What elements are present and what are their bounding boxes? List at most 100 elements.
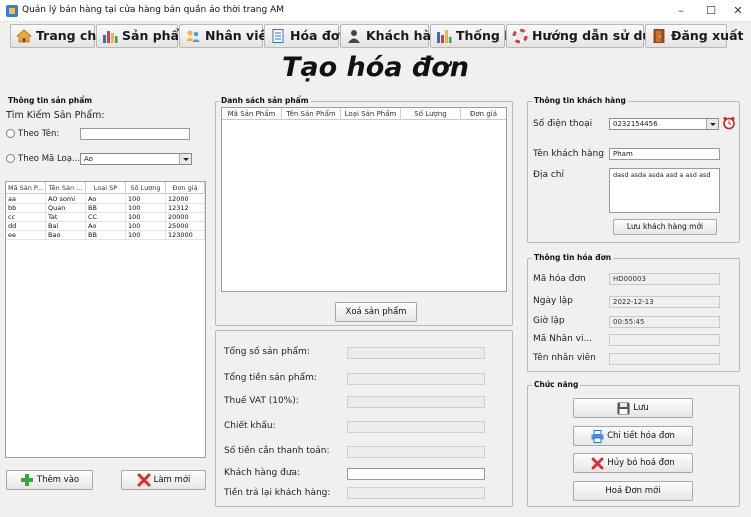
table-cell: 100 xyxy=(126,231,166,240)
invoice-detail-label: Chi tiết hóa đơn xyxy=(607,431,675,441)
chevron-down-icon[interactable] xyxy=(179,154,191,164)
table-cell: Ao xyxy=(86,195,126,204)
menu-logout[interactable]: Đăng xuất xyxy=(645,24,743,48)
product-col-header[interactable]: Loại SP xyxy=(86,182,126,194)
chevron-down-icon[interactable] xyxy=(706,119,718,129)
table-cell: bb xyxy=(6,204,46,213)
refresh-label: Làm mới xyxy=(153,475,191,485)
cart-col-header[interactable]: Loại Sản Phẩm xyxy=(341,108,401,120)
product-col-header[interactable]: Mã Sản P... xyxy=(6,182,46,194)
cart-col-header[interactable]: Số Lượng xyxy=(401,108,461,120)
table-row[interactable]: ee Bao BB 100 123000 xyxy=(6,231,205,240)
invoice-detail-button[interactable]: Chi tiết hóa đơn xyxy=(573,426,693,446)
table-cell: 123000 xyxy=(166,231,205,240)
actions-title: Chức năng xyxy=(532,380,581,389)
search-by-name-label: Theo Tên: xyxy=(18,129,60,139)
menu-logout-label: Đăng xuất xyxy=(671,28,744,43)
table-cell: Tat xyxy=(46,213,86,222)
total-amount-field xyxy=(347,373,485,385)
menu-products[interactable]: Sản phẩm xyxy=(96,24,192,48)
product-col-header[interactable]: Số Lượng xyxy=(126,182,166,194)
window-title: Quản lý bán hàng tại cửa hàng bán quần á… xyxy=(22,5,284,15)
phone-label: Số điện thoại xyxy=(533,119,593,129)
table-cell: 100 xyxy=(126,204,166,213)
product-col-header[interactable]: Tên Sản ... xyxy=(46,182,86,194)
menu-invoice[interactable]: Hóa đơn xyxy=(264,24,348,48)
invoice-date-label: Ngày lập xyxy=(533,296,573,306)
search-by-type-radio[interactable] xyxy=(6,154,15,163)
cart-table[interactable]: Mã Sản Phẩm Tên Sản Phẩm Loại Sản Phẩm S… xyxy=(221,107,507,292)
customer-info-title: Thông tin khách hàng xyxy=(532,96,628,105)
cancel-invoice-button[interactable]: Hủy bỏ hoá đơn xyxy=(573,453,693,473)
delete-product-button[interactable]: Xoá sản phẩm xyxy=(335,302,417,322)
change-label: Tiền trả lại khách hàng: xyxy=(224,488,331,498)
menu-home[interactable]: Trang chủ xyxy=(10,24,105,48)
discount-label: Chiết khấu: xyxy=(224,421,276,431)
table-cell: 100 xyxy=(126,195,166,204)
table-cell: 20000 xyxy=(166,213,205,222)
menu-statistics[interactable]: Thống kê xyxy=(430,24,521,48)
menu-staff[interactable]: Nhân viên xyxy=(179,24,276,48)
staff-name-label: Tên nhân viên xyxy=(533,353,596,363)
total-qty-field xyxy=(347,347,485,359)
table-cell: 25000 xyxy=(166,222,205,231)
table-row[interactable]: cc Tat CC 100 20000 xyxy=(6,213,205,222)
change-field xyxy=(347,487,485,499)
product-type-selected: Ao xyxy=(84,155,93,163)
table-cell: 12312 xyxy=(166,204,205,213)
product-type-select[interactable]: Ao xyxy=(80,153,192,165)
menu-home-label: Trang chủ xyxy=(36,28,106,43)
total-qty-label: Tổng số sản phẩm: xyxy=(224,347,310,357)
table-row[interactable]: bb Quan BB 100 12312 xyxy=(6,204,205,213)
product-table[interactable]: Mã Sản P... Tên Sản ... Loại SP Số Lượng… xyxy=(5,181,206,458)
lifebuoy-icon xyxy=(512,29,528,43)
table-cell: Bao xyxy=(46,231,86,240)
invoice-id-label: Mã hóa đơn xyxy=(533,274,586,284)
cart-col-header[interactable]: Tên Sản Phẩm xyxy=(282,108,341,120)
table-cell: dd xyxy=(6,222,46,231)
vat-field xyxy=(347,396,485,408)
vat-label: Thuế VAT (10%): xyxy=(224,396,299,406)
table-row[interactable]: aa AO somi Ao 100 12000 xyxy=(6,195,205,204)
cart-col-header[interactable]: Mã Sản Phẩm xyxy=(222,108,282,120)
minimize-button[interactable]: – xyxy=(666,0,696,22)
alarm-clock-icon[interactable] xyxy=(722,116,736,130)
maximize-button[interactable]: ☐ xyxy=(696,0,726,22)
refresh-button[interactable]: Làm mới xyxy=(121,470,206,490)
app-icon xyxy=(6,5,18,17)
save-customer-button[interactable]: Lưu khách hàng mới xyxy=(613,219,717,235)
phone-select[interactable]: 0232154456 xyxy=(609,118,719,130)
discount-field xyxy=(347,421,485,433)
table-cell: BB xyxy=(86,231,126,240)
save-invoice-button[interactable]: Lưu xyxy=(573,398,693,418)
product-col-header[interactable]: Đơn giá xyxy=(166,182,205,194)
customer-name-label: Tên khách hàng xyxy=(533,149,604,159)
search-by-name-input[interactable] xyxy=(80,128,190,140)
customer-paid-input[interactable] xyxy=(347,468,485,480)
table-row[interactable]: dd Bai Ao 100 25000 xyxy=(6,222,205,231)
close-button[interactable]: ✕ xyxy=(723,0,751,22)
invoice-info-title: Thông tin hóa đơn xyxy=(532,253,614,262)
cart-col-header[interactable]: Đơn giá xyxy=(461,108,506,120)
users-icon xyxy=(186,30,200,42)
customer-name-input[interactable]: Pham xyxy=(609,148,720,160)
product-table-header: Mã Sản P... Tên Sản ... Loại SP Số Lượng… xyxy=(6,182,205,194)
new-invoice-button[interactable]: Hoá Đơn mới xyxy=(573,481,693,501)
logout-door-icon xyxy=(653,29,665,43)
address-textarea[interactable]: dasd asda asda asd a asd asd xyxy=(609,168,720,213)
table-cell: 100 xyxy=(126,213,166,222)
search-by-name-radio[interactable] xyxy=(6,129,15,138)
menu-customers[interactable]: Khách hàng xyxy=(340,24,449,48)
home-icon xyxy=(16,29,32,43)
table-cell: aa xyxy=(6,195,46,204)
staff-id-label: Mã Nhân vi... xyxy=(533,334,593,344)
window-titlebar: Quản lý bán hàng tại cửa hàng bán quần á… xyxy=(0,0,751,22)
table-cell: cc xyxy=(6,213,46,222)
phone-value: 0232154456 xyxy=(613,120,658,128)
invoice-icon xyxy=(272,29,284,43)
add-to-invoice-button[interactable]: Thêm vào xyxy=(6,470,93,490)
staff-id-field xyxy=(609,334,720,346)
table-cell: 12000 xyxy=(166,195,205,204)
address-label: Địa chỉ xyxy=(533,170,565,180)
menu-help[interactable]: Hướng dẫn sử dụng xyxy=(506,24,669,48)
